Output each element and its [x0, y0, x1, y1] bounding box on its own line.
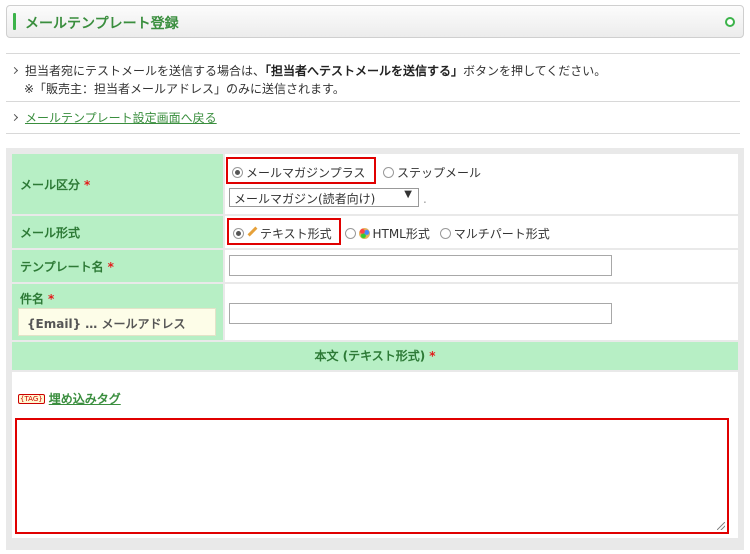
chevron-right-icon: [10, 113, 19, 122]
subject-label-cell: 件名 * {Email} … メールアドレス: [12, 284, 223, 340]
info-notice: 担当者宛にテストメールを送信する場合は、「担当者へテストメールを送信する」ボタン…: [10, 62, 606, 98]
required-mark: *: [107, 260, 114, 274]
header-accent-bar: [13, 13, 16, 30]
radio-checked-icon: [232, 167, 243, 178]
resize-handle-icon[interactable]: [717, 522, 725, 530]
back-link-row: メールテンプレート設定画面へ戻る: [10, 109, 217, 126]
mail-format-value-cell: テキスト形式 HTML形式 マルチパート形式: [225, 216, 738, 248]
status-dot-icon: [725, 17, 735, 27]
body-section-header: 本文 (テキスト形式) *: [12, 342, 738, 370]
radio-unchecked-icon: [345, 228, 357, 239]
template-name-input[interactable]: [229, 255, 612, 276]
body-textarea[interactable]: [15, 418, 729, 534]
radio-text-format[interactable]: テキスト形式: [233, 225, 332, 242]
subject-input[interactable]: [229, 303, 612, 324]
test-mail-button-reference: 「担当者へテストメールを送信する」: [265, 64, 464, 78]
required-mark: *: [48, 292, 55, 306]
chevron-right-icon: [10, 66, 19, 75]
subject-hint: {Email} … メールアドレス: [18, 308, 216, 336]
divider: [6, 133, 740, 134]
template-name-value-cell: [225, 250, 738, 282]
page-title: メールテンプレート登録: [25, 16, 179, 32]
notice-line-2: ※「販売主：担当者メールアドレス」のみに送信されます。: [24, 82, 345, 96]
divider: [6, 53, 740, 54]
radio-unchecked-icon: [439, 228, 451, 239]
radio-checked-icon: [233, 228, 244, 239]
mail-magazine-type-select[interactable]: メールマガジン(読者向け) ▼: [229, 188, 419, 207]
required-mark: *: [84, 178, 91, 192]
template-form: メール区分 * メールマガジンプラス ステップメール メールマガジン(読者向け) ▼…: [6, 148, 744, 550]
embed-tag-link[interactable]: 埋め込みタグ: [49, 392, 121, 406]
mail-format-label-cell: メール形式: [12, 216, 223, 248]
notice-line-1: 担当者宛にテストメールを送信する場合は、「担当者へテストメールを送信する」ボタン…: [10, 62, 606, 80]
radio-mail-magazine-plus[interactable]: メールマガジンプラス: [232, 164, 365, 181]
page-header: メールテンプレート登録: [6, 5, 744, 38]
body-value-cell: {TAG} 埋め込みタグ: [12, 372, 738, 538]
template-name-label-cell: テンプレート名 *: [12, 250, 223, 282]
radio-unchecked-icon: [383, 167, 394, 178]
radio-step-mail[interactable]: ステップメール: [383, 164, 481, 181]
palette-icon: [359, 228, 371, 239]
dropdown-arrow-icon: ▼: [404, 189, 412, 200]
subject-value-cell: [225, 284, 738, 340]
mail-category-value-cell: メールマガジンプラス ステップメール メールマガジン(読者向け) ▼ .: [225, 154, 738, 214]
pencil-icon: [247, 226, 258, 237]
radio-multipart-format[interactable]: マルチパート形式: [439, 225, 550, 242]
radio-html-format[interactable]: HTML形式: [345, 225, 430, 242]
divider: [6, 101, 740, 102]
required-mark: *: [429, 349, 436, 363]
back-to-template-settings-link[interactable]: メールテンプレート設定画面へ戻る: [25, 111, 217, 125]
tag-icon: {TAG}: [18, 394, 45, 404]
mail-category-label-cell: メール区分 *: [12, 154, 223, 214]
